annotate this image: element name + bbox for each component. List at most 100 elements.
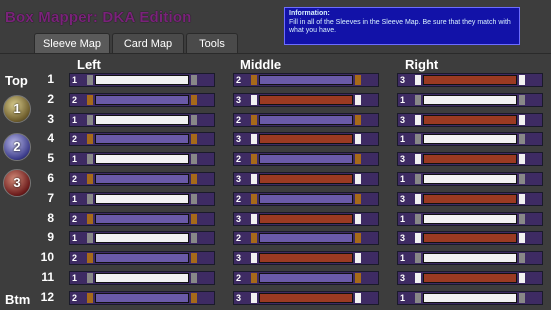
sleeve-number: 1	[400, 134, 406, 144]
sleeve-cell-right[interactable]: 3	[397, 113, 543, 127]
row-label: 4	[47, 131, 54, 145]
app-title: Box Mapper: DKA Edition	[5, 9, 192, 26]
tab-tools[interactable]: Tools	[186, 33, 238, 53]
row-label: 8	[47, 211, 54, 225]
sleeve-bar	[423, 174, 517, 184]
sleeve-cell-middle[interactable]: 3	[233, 93, 379, 107]
row-label: 1	[47, 72, 54, 86]
sleeve-right-end	[519, 214, 525, 224]
player-1-icon[interactable]: 1	[3, 95, 31, 123]
sleeve-bar	[259, 95, 353, 105]
sleeve-cell-middle[interactable]: 2	[233, 271, 379, 285]
sleeve-cell-middle[interactable]: 2	[233, 192, 379, 206]
tab-card-map[interactable]: Card Map	[112, 33, 184, 53]
sleeve-bar	[95, 293, 189, 303]
sleeve-bar	[423, 154, 517, 164]
sleeve-right-end	[191, 273, 197, 283]
sleeve-cell-left[interactable]: 2	[69, 132, 215, 146]
sleeve-bar	[95, 174, 189, 184]
sleeve-number: 1	[400, 293, 406, 303]
sleeve-cell-right[interactable]: 1	[397, 212, 543, 226]
sleeve-left-end	[415, 273, 421, 283]
sleeve-right-end	[191, 95, 197, 105]
sleeve-right-end	[191, 75, 197, 85]
sleeve-cell-middle[interactable]: 3	[233, 251, 379, 265]
sleeve-number: 2	[236, 154, 242, 164]
sleeve-left-end	[251, 293, 257, 303]
sleeve-cell-right[interactable]: 3	[397, 73, 543, 87]
sleeve-number: 3	[400, 194, 406, 204]
sleeve-left-end	[251, 273, 257, 283]
sleeve-bar	[423, 115, 517, 125]
sleeve-left-end	[87, 174, 93, 184]
sleeve-cell-left[interactable]: 2	[69, 251, 215, 265]
sleeve-number: 2	[72, 95, 78, 105]
sleeve-number: 1	[72, 154, 78, 164]
sleeve-cell-middle[interactable]: 2	[233, 231, 379, 245]
sleeve-cell-middle[interactable]: 3	[233, 132, 379, 146]
sleeve-bar	[423, 134, 517, 144]
sleeve-cell-right[interactable]: 3	[397, 231, 543, 245]
sleeve-left-end	[251, 194, 257, 204]
sleeve-left-end	[415, 174, 421, 184]
sleeve-bar	[423, 75, 517, 85]
player-2-icon[interactable]: 2	[3, 133, 31, 161]
row-label: 9	[47, 230, 54, 244]
sleeve-number: 3	[400, 273, 406, 283]
sleeve-cell-left[interactable]: 2	[69, 291, 215, 305]
sleeve-number: 2	[72, 293, 78, 303]
sleeve-right-end	[355, 253, 361, 263]
sleeve-right-end	[191, 253, 197, 263]
sleeve-cell-middle[interactable]: 2	[233, 73, 379, 87]
sleeve-number: 3	[236, 95, 242, 105]
sleeve-right-end	[519, 154, 525, 164]
sleeve-cell-right[interactable]: 3	[397, 192, 543, 206]
sleeve-cell-middle[interactable]: 3	[233, 212, 379, 226]
player-3-icon[interactable]: 3	[3, 169, 31, 197]
sleeve-cell-right[interactable]: 1	[397, 93, 543, 107]
sleeve-bar	[259, 233, 353, 243]
information-text: Fill in all of the Sleeves in the Sleeve…	[289, 18, 511, 35]
sleeve-bar	[423, 253, 517, 263]
sleeve-cell-left[interactable]: 1	[69, 73, 215, 87]
sleeve-cell-right[interactable]: 1	[397, 132, 543, 146]
sleeve-left-end	[251, 214, 257, 224]
sleeve-cell-middle[interactable]: 2	[233, 152, 379, 166]
sleeve-number: 1	[72, 233, 78, 243]
sleeve-right-end	[355, 95, 361, 105]
sleeve-right-end	[519, 134, 525, 144]
sleeve-bar	[95, 154, 189, 164]
column-header-left: Left	[77, 57, 101, 72]
tab-sleeve-map[interactable]: Sleeve Map	[34, 33, 110, 53]
sleeve-cell-right[interactable]: 1	[397, 291, 543, 305]
sleeve-right-end	[191, 115, 197, 125]
sleeve-bar	[95, 75, 189, 85]
sleeve-cell-middle[interactable]: 2	[233, 113, 379, 127]
sleeve-cell-left[interactable]: 1	[69, 152, 215, 166]
sleeve-right-end	[519, 115, 525, 125]
sleeve-cell-left[interactable]: 2	[69, 212, 215, 226]
sleeve-cell-left[interactable]: 1	[69, 231, 215, 245]
sleeve-left-end	[415, 293, 421, 303]
sleeve-right-end	[191, 214, 197, 224]
sleeve-bar	[259, 154, 353, 164]
sleeve-cell-right[interactable]: 3	[397, 271, 543, 285]
tab-divider	[0, 53, 551, 54]
sleeve-cell-right[interactable]: 1	[397, 172, 543, 186]
sleeve-right-end	[191, 154, 197, 164]
sleeve-cell-right[interactable]: 3	[397, 152, 543, 166]
sleeve-right-end	[355, 233, 361, 243]
sleeve-cell-middle[interactable]: 3	[233, 172, 379, 186]
sleeve-cell-middle[interactable]: 3	[233, 291, 379, 305]
sleeve-cell-left[interactable]: 2	[69, 172, 215, 186]
sleeve-cell-left[interactable]: 1	[69, 271, 215, 285]
sleeve-cell-right[interactable]: 1	[397, 251, 543, 265]
sleeve-left-end	[415, 154, 421, 164]
sleeve-cell-left[interactable]: 1	[69, 113, 215, 127]
sleeve-cell-left[interactable]: 2	[69, 93, 215, 107]
sleeve-cell-left[interactable]: 1	[69, 192, 215, 206]
sleeve-right-end	[191, 174, 197, 184]
sleeve-number: 3	[236, 174, 242, 184]
sleeve-bar	[423, 214, 517, 224]
sleeve-number: 3	[400, 154, 406, 164]
